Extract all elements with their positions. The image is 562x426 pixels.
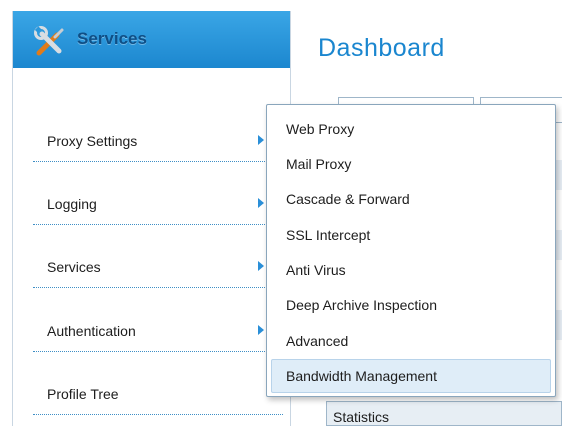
sidebar-item-proxy-settings[interactable]: Proxy Settings xyxy=(33,128,283,162)
page-title: Dashboard xyxy=(318,34,445,62)
sidebar: Services Proxy Settings Logging Services… xyxy=(12,11,291,426)
sidebar-item-authentication[interactable]: Authentication xyxy=(33,318,283,352)
menu-item-label: Mail Proxy xyxy=(286,156,352,172)
sidebar-item-services[interactable]: Services xyxy=(33,254,283,288)
menu-item-label: Deep Archive Inspection xyxy=(286,297,437,313)
menu-item-deep-archive-inspection[interactable]: Deep Archive Inspection xyxy=(271,288,551,322)
sidebar-title: Services xyxy=(77,29,147,48)
chevron-right-icon xyxy=(258,135,264,145)
sidebar-header: Services xyxy=(13,11,290,68)
menu-item-label: SSL Intercept xyxy=(286,227,371,243)
menu-item-anti-virus[interactable]: Anti Virus xyxy=(271,253,551,287)
menu-item-mail-proxy[interactable]: Mail Proxy xyxy=(271,147,551,181)
menu-item-label: Web Proxy xyxy=(286,121,355,137)
background-panel-edge xyxy=(556,230,562,260)
menu-item-web-proxy[interactable]: Web Proxy xyxy=(271,112,551,146)
chevron-right-icon xyxy=(258,325,264,335)
sidebar-item-profile-tree[interactable]: Profile Tree xyxy=(33,381,283,415)
menu-item-label: Advanced xyxy=(286,333,349,349)
menu-item-cascade-forward[interactable]: Cascade & Forward xyxy=(271,182,551,216)
menu-item-ssl-intercept[interactable]: SSL Intercept xyxy=(271,218,551,252)
sidebar-item-logging[interactable]: Logging xyxy=(33,191,283,225)
chevron-right-icon xyxy=(258,198,264,208)
chevron-right-icon xyxy=(258,261,264,271)
statistics-label: Statistics xyxy=(333,409,390,425)
sidebar-item-label: Authentication xyxy=(47,323,136,339)
statistics-panel-header: Statistics xyxy=(326,401,562,426)
menu-item-label: Bandwidth Management xyxy=(286,368,437,384)
background-panel-edge xyxy=(556,160,562,190)
sidebar-item-label: Profile Tree xyxy=(47,386,119,402)
sidebar-item-label: Proxy Settings xyxy=(47,133,138,149)
menu-item-advanced[interactable]: Advanced xyxy=(271,324,551,358)
menu-item-label: Cascade & Forward xyxy=(286,191,410,207)
proxy-settings-submenu: Web Proxy Mail Proxy Cascade & Forward S… xyxy=(266,104,556,397)
menu-item-bandwidth-management[interactable]: Bandwidth Management xyxy=(271,359,551,393)
sidebar-item-label: Services xyxy=(47,259,101,275)
tools-icon xyxy=(33,25,67,59)
background-panel-edge xyxy=(556,310,562,340)
sidebar-item-label: Logging xyxy=(47,196,97,212)
menu-item-label: Anti Virus xyxy=(286,262,346,278)
